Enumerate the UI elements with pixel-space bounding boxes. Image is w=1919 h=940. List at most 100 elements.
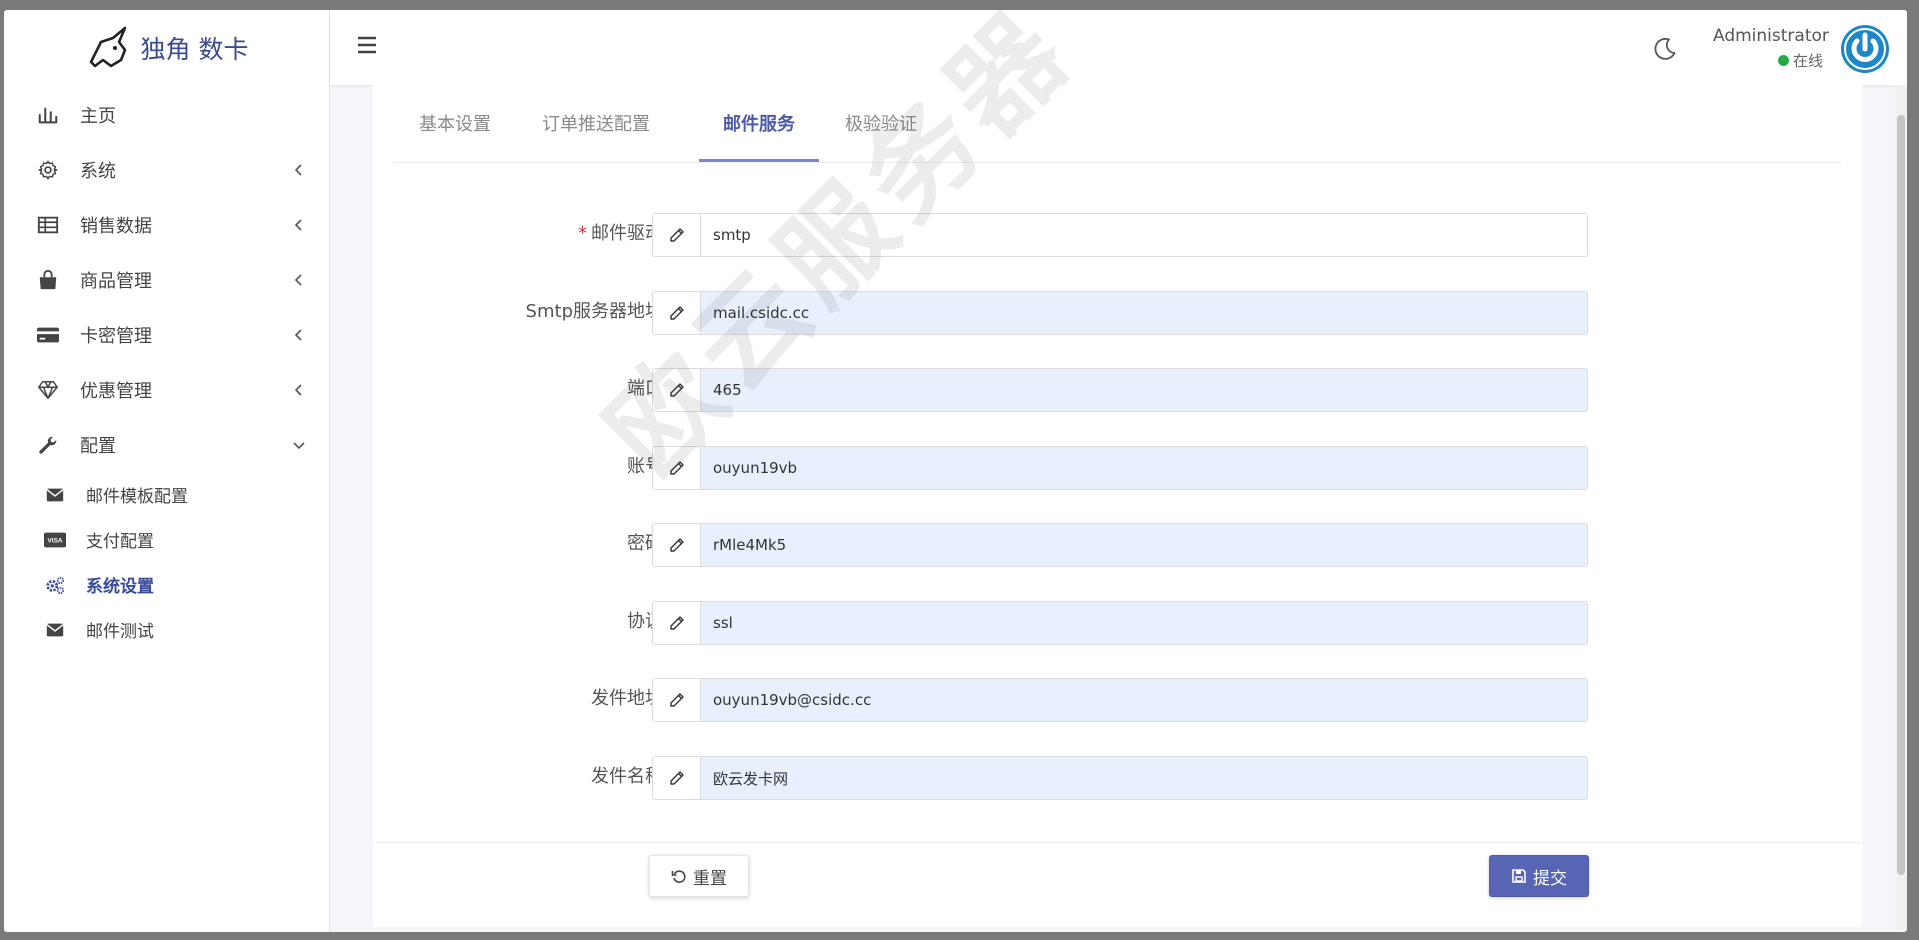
chevron-left-icon [294, 328, 302, 341]
input-group [652, 523, 1588, 567]
user-name[interactable]: Administrator [1713, 26, 1829, 46]
sidebar-item-label: 主页 [80, 105, 116, 127]
field-label: Smtp服务器地址 [525, 301, 663, 322]
active-tab-indicator [699, 159, 819, 162]
sidebar-subitem-label: 支付配置 [86, 532, 154, 552]
pencil-icon [653, 602, 701, 644]
sidebar-subitem-payment[interactable]: VISA 支付配置 [4, 517, 329, 562]
pencil-icon [653, 447, 701, 489]
pencil-icon [653, 292, 701, 334]
pencil-icon [653, 679, 701, 721]
envelope-icon [44, 484, 66, 506]
credit-card-icon [36, 323, 60, 347]
sidebar-subitem-mail-template[interactable]: 邮件模板配置 [4, 472, 329, 517]
page-scrollbar[interactable] [1895, 85, 1907, 930]
chevron-left-icon [294, 218, 302, 231]
pencil-icon [653, 214, 701, 256]
from-name-input[interactable] [701, 757, 1587, 799]
moon-icon[interactable] [1652, 36, 1678, 62]
sidebar-subnav: 邮件模板配置 VISA 支付配置 系统设置 邮件测试 [4, 472, 329, 652]
mail-driver-input[interactable] [701, 214, 1587, 256]
chevron-left-icon [294, 163, 302, 176]
form-row-protocol: 协议 [373, 601, 1862, 645]
form-row-port: 端口 [373, 368, 1862, 412]
shopping-bag-icon [36, 268, 60, 292]
sidebar-subitem-mail-test[interactable]: 邮件测试 [4, 607, 329, 652]
tab-order-push[interactable]: 订单推送配置 [542, 110, 650, 136]
reset-button[interactable]: 重置 [649, 855, 749, 897]
tab-geetest[interactable]: 极验验证 [845, 110, 917, 136]
field-label: * 邮件驱动 [578, 219, 663, 245]
cogs-icon [44, 574, 66, 596]
sidebar-item-discounts[interactable]: 优惠管理 [4, 362, 329, 417]
sidebar-item-label: 销售数据 [80, 215, 152, 237]
sidebar-subitem-label: 系统设置 [86, 577, 154, 597]
input-group [652, 756, 1588, 800]
sidebar-item-label: 配置 [80, 435, 116, 457]
table-icon [36, 213, 60, 237]
sidebar: 独角 数卡 主页 系统 销售数据 商品管理 卡密管理 优惠管理 配置 邮件模板配… [4, 10, 330, 932]
sidebar-nav: 主页 系统 销售数据 商品管理 卡密管理 优惠管理 配置 [4, 87, 329, 472]
pencil-icon [653, 757, 701, 799]
sidebar-subitem-system-settings[interactable]: 系统设置 [4, 562, 329, 607]
input-group [652, 446, 1588, 490]
brand[interactable]: 独角 数卡 [4, 10, 329, 85]
sidebar-item-label: 优惠管理 [80, 380, 152, 402]
chevron-left-icon [294, 383, 302, 396]
tab-basic-settings[interactable]: 基本设置 [419, 110, 491, 136]
online-status-dot [1778, 55, 1789, 66]
form-row-password: 密码 [373, 523, 1862, 567]
user-status: 在线 [1778, 50, 1823, 71]
form-row-from-name: 发件名称 [373, 756, 1862, 800]
sidebar-item-system[interactable]: 系统 [4, 142, 329, 197]
pencil-icon [653, 369, 701, 411]
input-group [652, 291, 1588, 335]
sidebar-item-label: 商品管理 [80, 270, 152, 292]
gear-icon [36, 158, 60, 182]
submit-button[interactable]: 提交 [1489, 855, 1589, 897]
sidebar-item-label: 系统 [80, 160, 116, 182]
input-group [652, 213, 1588, 257]
sidebar-item-sales[interactable]: 销售数据 [4, 197, 329, 252]
undo-icon [671, 870, 686, 883]
tab-mail-service[interactable]: 邮件服务 [723, 110, 795, 136]
form-row-mail-driver: * 邮件驱动 [373, 213, 1862, 257]
input-group [652, 601, 1588, 645]
gem-icon [36, 378, 60, 402]
port-input[interactable] [701, 369, 1587, 411]
sidebar-item-config[interactable]: 配置 [4, 417, 329, 472]
unicorn-logo-icon [89, 26, 126, 67]
avatar[interactable] [1840, 24, 1890, 74]
pencil-icon [653, 524, 701, 566]
brand-name: 独角 数卡 [140, 34, 249, 64]
envelope-icon [44, 619, 66, 641]
protocol-input[interactable] [701, 602, 1587, 644]
sidebar-item-products[interactable]: 商品管理 [4, 252, 329, 307]
settings-tabs: 基本设置 订单推送配置 邮件服务 极验验证 [393, 78, 1842, 163]
scrollbar-thumb[interactable] [1897, 115, 1905, 875]
sidebar-item-cards[interactable]: 卡密管理 [4, 307, 329, 362]
chevron-left-icon [294, 273, 302, 286]
input-group [652, 368, 1588, 412]
wrench-icon [36, 433, 60, 457]
input-group [652, 678, 1588, 722]
reset-button-label: 重置 [693, 868, 727, 889]
form-row-smtp-host: Smtp服务器地址 [373, 291, 1862, 335]
chevron-down-icon [293, 441, 305, 449]
password-input[interactable] [701, 524, 1587, 566]
svg-text:VISA: VISA [48, 537, 63, 544]
sidebar-item-label: 卡密管理 [80, 325, 152, 347]
sidebar-subitem-label: 邮件测试 [86, 622, 154, 642]
from-address-input[interactable] [701, 679, 1587, 721]
account-input[interactable] [701, 447, 1587, 489]
save-icon [1512, 869, 1526, 883]
hamburger-menu-icon[interactable] [356, 34, 378, 56]
smtp-host-input[interactable] [701, 292, 1587, 334]
top-navbar: Administrator 在线 [330, 10, 1907, 85]
submit-button-label: 提交 [1533, 868, 1567, 889]
form-row-account: 账号 [373, 446, 1862, 490]
sidebar-subitem-label: 邮件模板配置 [86, 487, 188, 507]
bar-chart-icon [36, 103, 60, 127]
required-marker: * [578, 223, 587, 244]
sidebar-item-home[interactable]: 主页 [4, 87, 329, 142]
